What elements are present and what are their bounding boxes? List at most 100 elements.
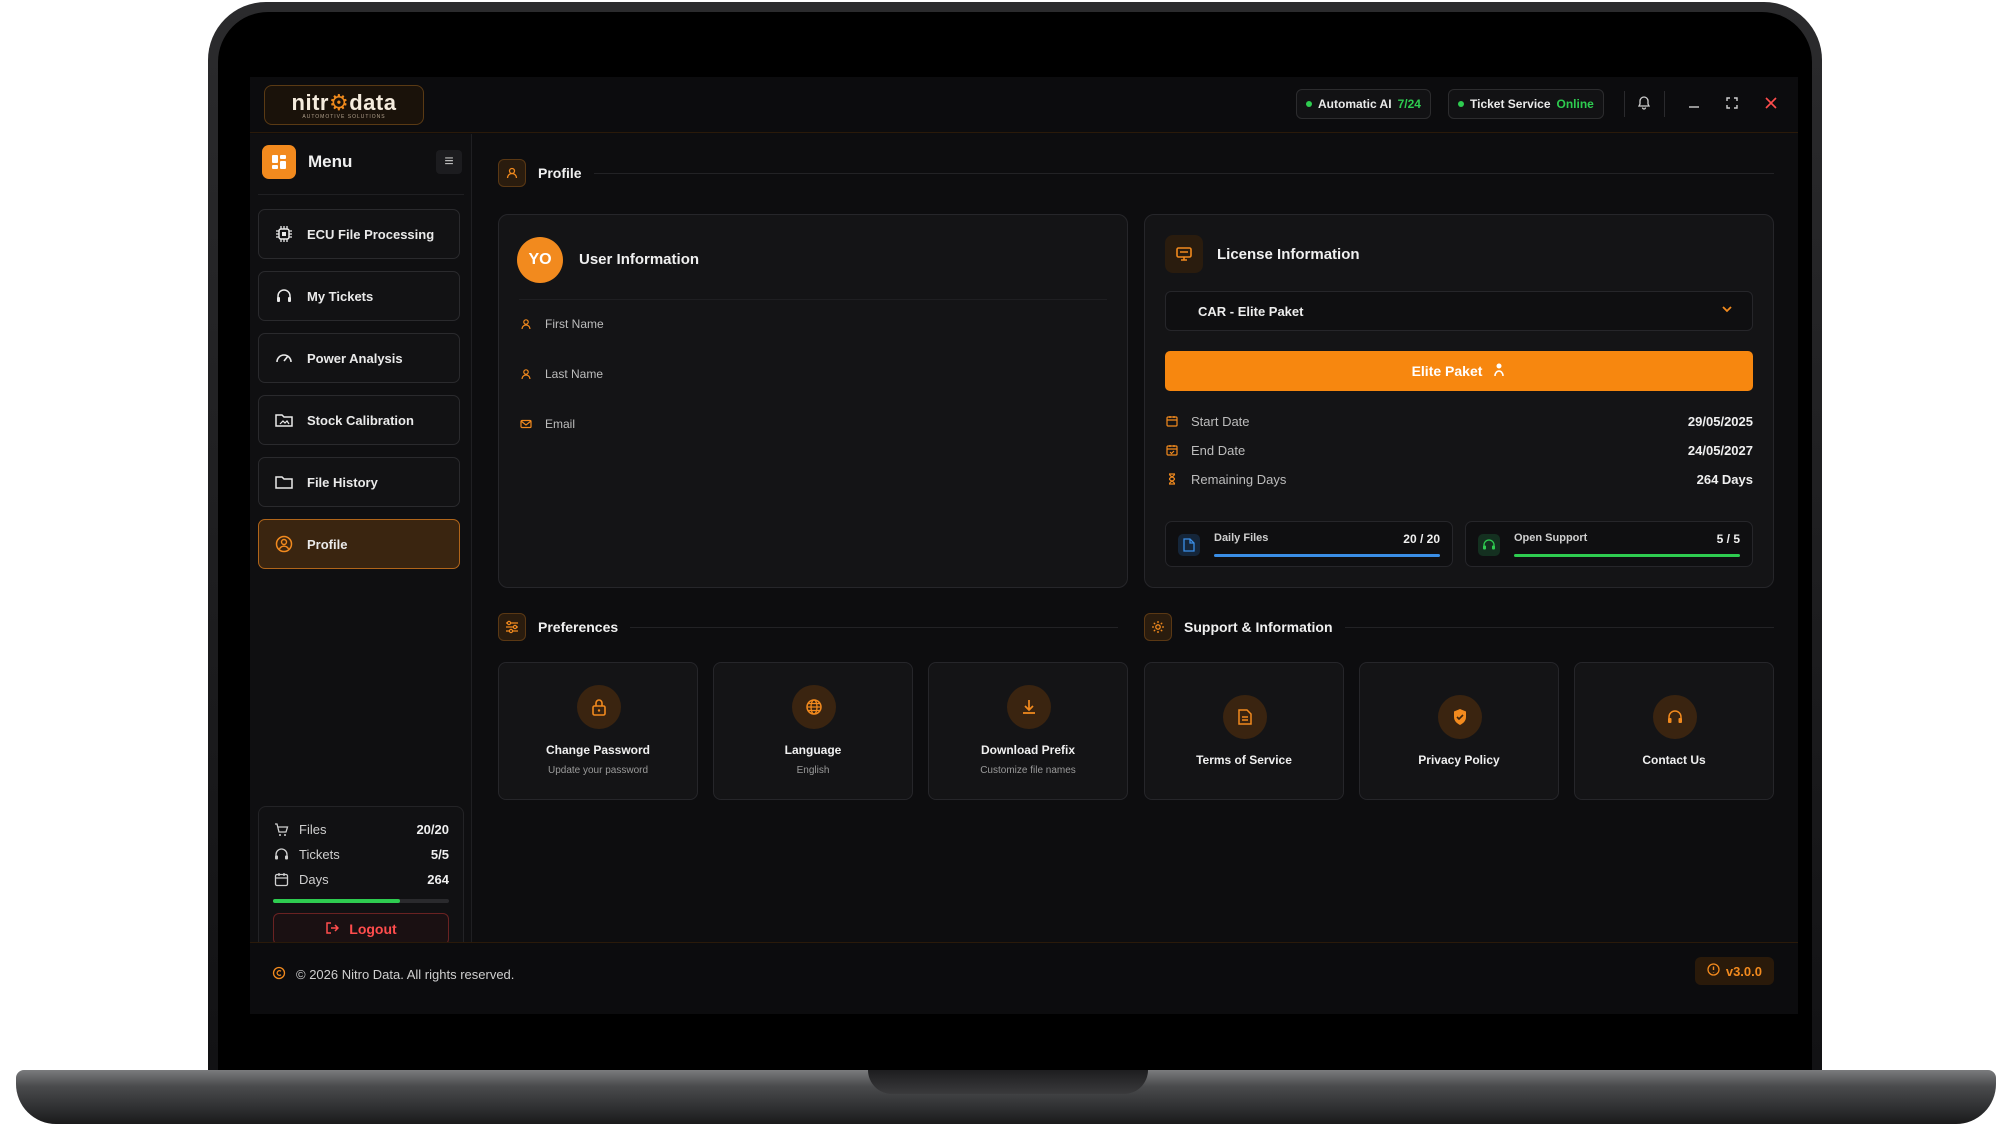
copyright-icon (272, 966, 286, 983)
lock-icon (577, 685, 621, 729)
section-divider (593, 172, 1774, 174)
stats-files-label: Files (299, 821, 327, 837)
language-subtitle: English (796, 765, 830, 776)
start-date-label: Start Date (1191, 413, 1250, 429)
ai-status-dot (1306, 101, 1312, 107)
stats-days-row: Days 264 (273, 869, 449, 889)
terms-title: Terms of Service (1196, 753, 1292, 767)
change-password-subtitle: Update your password (547, 765, 649, 776)
nav-file-history[interactable]: File History (258, 457, 460, 507)
hourglass-icon (1165, 472, 1179, 486)
first-name-field[interactable]: First Name (519, 317, 604, 331)
headset-icon (273, 846, 289, 862)
nav-my-tickets[interactable]: My Tickets (258, 271, 460, 321)
folder-image-icon (273, 409, 295, 431)
privacy-policy-tile[interactable]: Privacy Policy (1359, 662, 1559, 800)
download-prefix-subtitle: Customize file names (980, 765, 1076, 776)
start-date-row: Start Date 29/05/2025 (1165, 411, 1753, 431)
ticket-status-pill: Ticket Service Online (1448, 89, 1604, 119)
nav-label-stock: Stock Calibration (307, 412, 414, 428)
brand-subtitle: AUTOMOTIVE SOLUTIONS (302, 114, 386, 120)
elite-paket-label: Elite Paket (1411, 363, 1483, 379)
stats-tickets-value: 5/5 (430, 846, 449, 862)
dashboard-icon (262, 145, 296, 179)
document-icon (1223, 695, 1267, 739)
download-prefix-tile[interactable]: Download Prefix Customize file names (928, 662, 1128, 800)
license-select[interactable]: CAR - Elite Paket (1165, 291, 1753, 331)
days-progress-fill (273, 899, 400, 903)
copyright: © 2026 Nitro Data. All rights reserved. (272, 966, 514, 983)
stats-days-value: 264 (427, 871, 449, 887)
user-information-card: YO User Information First Name Last Name… (498, 214, 1128, 588)
change-password-tile[interactable]: Change Password Update your password (498, 662, 698, 800)
notification-bell-icon[interactable] (1632, 91, 1656, 115)
terms-of-service-tile[interactable]: Terms of Service (1144, 662, 1344, 800)
brand-main: nitr (291, 90, 329, 115)
hamburger-menu-icon[interactable]: ≡ (436, 150, 462, 174)
logout-icon (325, 921, 340, 938)
nav-power-analysis[interactable]: Power Analysis (258, 333, 460, 383)
close-window-icon[interactable] (1759, 91, 1783, 115)
email-field[interactable]: Email (519, 417, 575, 431)
profile-section-title: Profile (538, 165, 582, 181)
mail-icon (519, 417, 533, 431)
card-divider (519, 299, 1107, 300)
headset-icon (1478, 534, 1500, 556)
nav-label-power: Power Analysis (307, 350, 403, 366)
nav-profile[interactable]: Profile (258, 519, 460, 569)
last-name-field[interactable]: Last Name (519, 367, 603, 381)
elite-paket-button[interactable]: Elite Paket (1165, 351, 1753, 391)
ticket-status-value: Online (1556, 97, 1594, 111)
footer: © 2026 Nitro Data. All rights reserved. … (250, 942, 1798, 1014)
info-icon (1707, 963, 1720, 979)
ticket-status-label: Ticket Service (1470, 97, 1551, 111)
cart-icon (273, 821, 289, 837)
days-progress-bar (273, 899, 449, 903)
headset-icon (1653, 695, 1697, 739)
last-name-label: Last Name (545, 367, 604, 381)
remaining-days-label: Remaining Days (1191, 471, 1287, 487)
brand-accent: ⚙ (328, 90, 350, 115)
daily-files-value: 20 / 20 (1403, 532, 1440, 546)
user-icon (519, 317, 533, 331)
file-icon (1178, 534, 1200, 556)
usage-stats-panel: Files 20/20 Tickets 5/5 Days 264 Logout (258, 806, 464, 956)
gauge-icon (273, 347, 295, 369)
user-icon (498, 159, 526, 187)
end-date-row: End Date 24/05/2027 (1165, 440, 1753, 460)
nav-stock-calibration[interactable]: Stock Calibration (258, 395, 460, 445)
license-card-title: License Information (1217, 246, 1360, 263)
ai-status-pill: Automatic AI 7/24 (1296, 89, 1431, 119)
logout-label: Logout (349, 921, 397, 937)
maximize-window-icon[interactable] (1720, 91, 1744, 115)
nav-label-ecu: ECU File Processing (307, 226, 435, 242)
stats-tickets-label: Tickets (299, 846, 340, 862)
section-divider (1344, 626, 1774, 628)
section-divider (630, 626, 1118, 628)
download-icon (1007, 685, 1051, 729)
laptop-stage: nitr⚙data AUTOMOTIVE SOLUTIONS Automatic… (0, 0, 2000, 1124)
open-support-value: 5 / 5 (1716, 532, 1740, 546)
open-support-card: Open Support 5 / 5 (1465, 521, 1753, 567)
language-tile[interactable]: Language English (713, 662, 913, 800)
support-section-header: Support & Information (1144, 613, 1774, 641)
avatar: YO (517, 237, 563, 283)
globe-icon (792, 685, 836, 729)
minimize-window-icon[interactable] (1682, 91, 1706, 115)
chip-icon (273, 223, 295, 245)
topbar-divider-2 (1664, 91, 1665, 117)
calendar-check-icon (1165, 443, 1179, 457)
nav-ecu-file-processing[interactable]: ECU File Processing (258, 209, 460, 259)
contact-title: Contact Us (1642, 753, 1706, 767)
gear-icon (1144, 613, 1172, 641)
version-badge: v3.0.0 (1694, 957, 1774, 985)
logout-button[interactable]: Logout (273, 913, 449, 945)
brand-logo[interactable]: nitr⚙data AUTOMOTIVE SOLUTIONS (264, 85, 424, 125)
calendar-icon (273, 871, 289, 887)
remaining-days-row: Remaining Days 264 Days (1165, 469, 1753, 489)
laptop-notch (868, 1070, 1148, 1094)
language-title: Language (784, 743, 842, 757)
contact-us-tile[interactable]: Contact Us (1574, 662, 1774, 800)
nav-label-history: File History (307, 474, 378, 490)
version-text: v3.0.0 (1725, 963, 1762, 979)
